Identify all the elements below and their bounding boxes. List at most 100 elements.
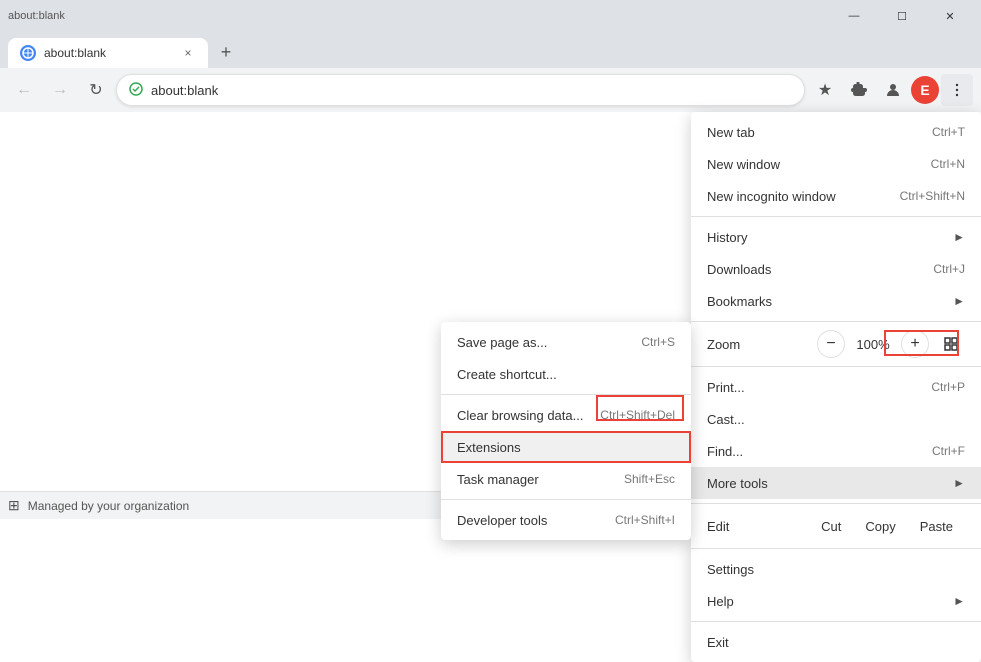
- menu-item-label: Help: [707, 594, 945, 609]
- menu-item-more-tools[interactable]: More tools ►: [691, 467, 981, 499]
- profile-button[interactable]: E: [911, 76, 939, 104]
- menu-divider: [691, 548, 981, 549]
- tab-bar: about:blank × +: [0, 32, 981, 68]
- menu-item-label: Cast...: [707, 412, 965, 427]
- menu-item-label: History: [707, 230, 945, 245]
- menu-item-settings[interactable]: Settings: [691, 553, 981, 585]
- title-bar-left: about:blank: [8, 10, 65, 22]
- menu-item-bookmarks[interactable]: Bookmarks ►: [691, 285, 981, 317]
- menu-item-label: New tab: [707, 125, 916, 140]
- zoom-label: Zoom: [707, 337, 817, 352]
- submenu-item-label: Developer tools: [457, 513, 615, 528]
- chrome-menu: New tab Ctrl+T New window Ctrl+N New inc…: [691, 112, 981, 662]
- tab-favicon: [20, 45, 36, 61]
- menu-divider: [691, 216, 981, 217]
- submenu-item-label: Clear browsing data...: [457, 408, 600, 423]
- title-bar: about:blank — ☐ ✕: [0, 0, 981, 32]
- menu-item-label: Bookmarks: [707, 294, 945, 309]
- menu-item-label: Print...: [707, 380, 915, 395]
- extensions-button[interactable]: [843, 74, 875, 106]
- menu-item-shortcut: Ctrl+N: [931, 157, 965, 171]
- minimize-button[interactable]: —: [831, 0, 877, 32]
- submenu-item-developer-tools[interactable]: Developer tools Ctrl+Shift+I: [441, 504, 691, 536]
- omnibox-bar: ← → ↻ about:blank ★ E: [0, 68, 981, 112]
- security-icon: [129, 82, 143, 99]
- omnibox[interactable]: about:blank: [116, 74, 805, 106]
- menu-item-shortcut: Ctrl+T: [932, 125, 965, 139]
- submenu-item-shortcut: Shift+Esc: [624, 472, 675, 486]
- menu-divider: [691, 503, 981, 504]
- menu-item-shortcut: Ctrl+P: [931, 380, 965, 394]
- url-display: about:blank: [151, 83, 792, 98]
- submenu-item-label: Save page as...: [457, 335, 641, 350]
- arrow-icon: ►: [953, 476, 965, 490]
- submenu-item-label: Extensions: [457, 440, 675, 455]
- submenu-item-create-shortcut[interactable]: Create shortcut...: [441, 358, 691, 390]
- more-tools-submenu: Save page as... Ctrl+S Create shortcut..…: [441, 322, 691, 540]
- menu-item-shortcut: Ctrl+J: [933, 262, 965, 276]
- cut-button[interactable]: Cut: [809, 515, 853, 538]
- zoom-in-button[interactable]: +: [901, 330, 929, 358]
- menu-item-new-tab[interactable]: New tab Ctrl+T: [691, 116, 981, 148]
- arrow-icon: ►: [953, 294, 965, 308]
- account-button[interactable]: [877, 74, 909, 106]
- submenu-item-save[interactable]: Save page as... Ctrl+S: [441, 326, 691, 358]
- fullscreen-button[interactable]: [937, 330, 965, 358]
- arrow-icon: ►: [953, 594, 965, 608]
- submenu-item-shortcut: Ctrl+Shift+I: [615, 513, 675, 527]
- window-controls: — ☐ ✕: [831, 0, 973, 32]
- menu-divider: [691, 621, 981, 622]
- bookmark-button[interactable]: ★: [809, 74, 841, 106]
- tab-bar-title: about:blank: [8, 10, 65, 22]
- page-content: New tab Ctrl+T New window Ctrl+N New inc…: [0, 112, 981, 519]
- menu-divider: [691, 321, 981, 322]
- menu-item-find[interactable]: Find... Ctrl+F: [691, 435, 981, 467]
- menu-item-help[interactable]: Help ►: [691, 585, 981, 617]
- maximize-button[interactable]: ☐: [879, 0, 925, 32]
- menu-item-incognito[interactable]: New incognito window Ctrl+Shift+N: [691, 180, 981, 212]
- zoom-row: Zoom − 100% +: [691, 326, 981, 362]
- managed-text: Managed by your organization: [28, 499, 189, 513]
- submenu-item-shortcut: Ctrl+S: [641, 335, 675, 349]
- menu-item-exit[interactable]: Exit: [691, 626, 981, 658]
- tab-close-button[interactable]: ×: [180, 45, 196, 61]
- toolbar-actions: ★ E: [809, 74, 973, 106]
- submenu-item-label: Task manager: [457, 472, 624, 487]
- menu-item-shortcut: Ctrl+Shift+N: [900, 189, 965, 203]
- menu-item-shortcut: Ctrl+F: [932, 444, 965, 458]
- arrow-icon: ►: [953, 230, 965, 244]
- menu-item-print[interactable]: Print... Ctrl+P: [691, 371, 981, 403]
- submenu-divider: [441, 499, 691, 500]
- zoom-controls: − 100% +: [817, 330, 965, 358]
- back-button[interactable]: ←: [8, 74, 40, 106]
- menu-item-cast[interactable]: Cast...: [691, 403, 981, 435]
- menu-item-history[interactable]: History ►: [691, 221, 981, 253]
- menu-item-label: More tools: [707, 476, 945, 491]
- menu-item-label: Downloads: [707, 262, 917, 277]
- menu-item-label: Settings: [707, 562, 965, 577]
- active-tab[interactable]: about:blank ×: [8, 38, 208, 68]
- reload-button[interactable]: ↻: [80, 74, 112, 106]
- paste-button[interactable]: Paste: [908, 515, 965, 538]
- submenu-divider: [441, 394, 691, 395]
- menu-item-downloads[interactable]: Downloads Ctrl+J: [691, 253, 981, 285]
- chrome-menu-button[interactable]: [941, 74, 973, 106]
- zoom-value: 100%: [853, 337, 893, 352]
- menu-item-label: Find...: [707, 444, 916, 459]
- submenu-item-task-manager[interactable]: Task manager Shift+Esc: [441, 463, 691, 495]
- submenu-item-label: Create shortcut...: [457, 367, 675, 382]
- copy-button[interactable]: Copy: [853, 515, 907, 538]
- menu-item-label: Exit: [707, 635, 965, 650]
- edit-label: Edit: [707, 519, 809, 534]
- submenu-item-clear-browsing[interactable]: Clear browsing data... Ctrl+Shift+Del: [441, 399, 691, 431]
- forward-button[interactable]: →: [44, 74, 76, 106]
- edit-row: Edit Cut Copy Paste: [691, 508, 981, 544]
- close-button[interactable]: ✕: [927, 0, 973, 32]
- new-tab-button[interactable]: +: [212, 38, 240, 66]
- menu-divider: [691, 366, 981, 367]
- submenu-item-extensions[interactable]: Extensions: [441, 431, 691, 463]
- menu-item-label: New incognito window: [707, 189, 884, 204]
- managed-icon: ⊞: [8, 497, 20, 514]
- menu-item-new-window[interactable]: New window Ctrl+N: [691, 148, 981, 180]
- zoom-out-button[interactable]: −: [817, 330, 845, 358]
